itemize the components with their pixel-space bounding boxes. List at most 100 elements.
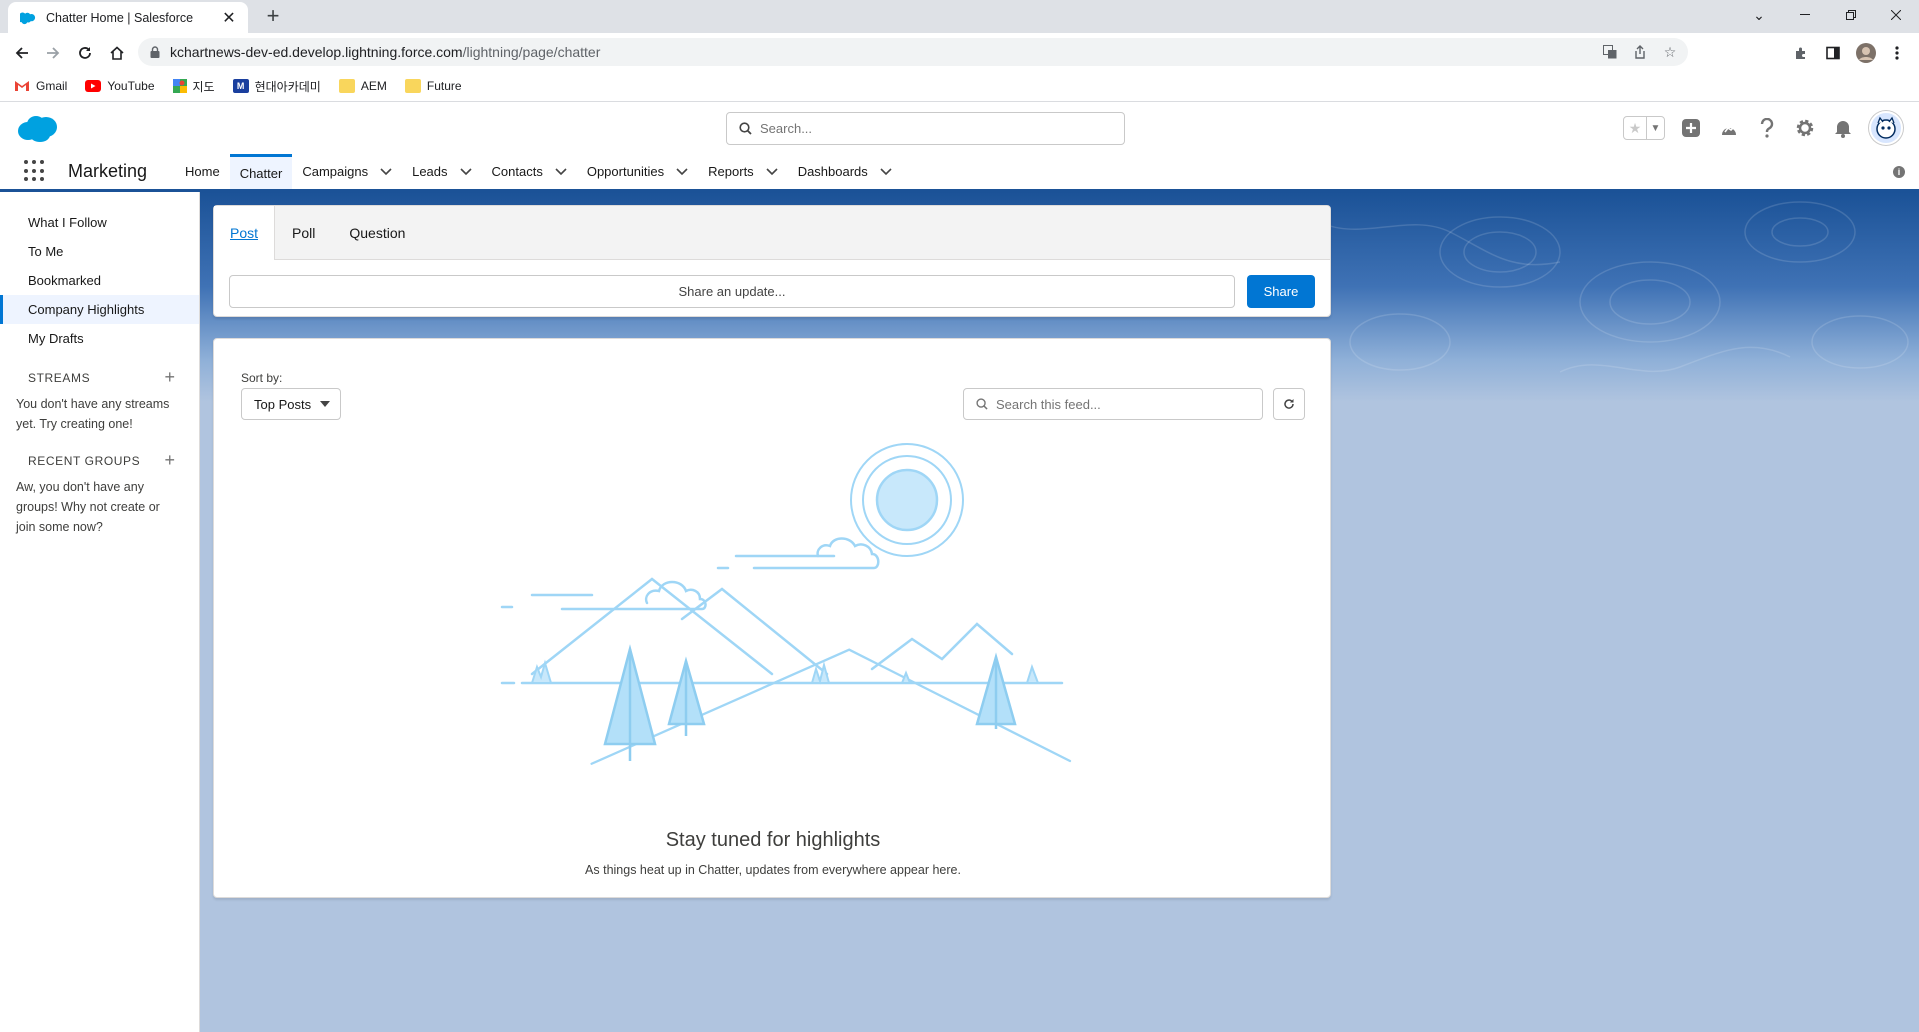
sidebar-item-bookmarked[interactable]: Bookmarked	[0, 266, 199, 295]
empty-state-subtitle: As things heat up in Chatter, updates fr…	[585, 863, 961, 877]
side-panel-icon[interactable]	[1822, 42, 1844, 64]
bookmark-star-icon[interactable]: ☆	[1662, 44, 1678, 60]
sidebar-item-my-drafts[interactable]: My Drafts	[0, 324, 199, 353]
empty-state-illustration	[500, 443, 1072, 765]
info-icon[interactable]: i	[1893, 166, 1905, 178]
folder-icon	[404, 79, 421, 93]
bookmark-label: 현대아카데미	[254, 79, 321, 94]
share-page-icon[interactable]	[1632, 44, 1648, 60]
nav-item-label: Reports	[708, 164, 754, 179]
nav-item-opportunities[interactable]: Opportunities	[577, 154, 698, 189]
chevron-down-icon[interactable]	[459, 167, 472, 176]
chevron-down-icon[interactable]	[766, 167, 778, 176]
bookmark-gmail[interactable]: Gmail	[14, 79, 67, 93]
favorite-star-icon[interactable]: ★	[1624, 117, 1646, 139]
translate-icon[interactable]	[1602, 44, 1618, 60]
bookmark-maps[interactable]: 지도	[172, 78, 215, 95]
bookmark-label: YouTube	[107, 79, 155, 93]
restore-button[interactable]	[1828, 0, 1874, 30]
caret-down-icon	[320, 401, 330, 407]
feed-search-input[interactable]: Search this feed...	[963, 388, 1263, 420]
bookmark-folder-future[interactable]: Future	[404, 79, 462, 93]
folder-icon	[338, 79, 355, 93]
streams-empty-text: You don't have any streams yet. Try crea…	[16, 397, 170, 431]
gmail-icon	[15, 81, 29, 91]
trailhead-icon[interactable]	[1717, 116, 1741, 140]
new-tab-button[interactable]: +	[260, 4, 286, 30]
nav-item-label: Opportunities	[586, 164, 665, 179]
empty-state-title: Stay tuned for highlights	[665, 829, 881, 851]
forward-arrow-icon[interactable]	[40, 40, 66, 66]
browser-tab-strip: Chatter Home | Salesforce ✕ + ⌄	[0, 0, 1919, 33]
back-arrow-icon[interactable]	[9, 40, 35, 66]
chevron-down-icon[interactable]	[555, 167, 567, 176]
user-avatar[interactable]	[1869, 111, 1903, 145]
minimize-button[interactable]	[1782, 0, 1828, 30]
share-button[interactable]: Share	[1247, 275, 1315, 308]
chrome-menu-icon[interactable]	[1886, 42, 1908, 64]
profile-avatar-icon[interactable]	[1855, 42, 1877, 64]
global-search-input[interactable]: Search...	[726, 112, 1125, 145]
nav-item-leads[interactable]: Leads	[402, 154, 481, 189]
sort-select[interactable]: Top Posts	[241, 388, 341, 420]
address-bar[interactable]: kchartnews-dev-ed.develop.lightning.forc…	[138, 38, 1688, 66]
search-icon	[976, 398, 988, 410]
nav-item-reports[interactable]: Reports	[698, 154, 788, 189]
lock-icon	[150, 46, 160, 58]
nav-item-dashboards[interactable]: Dashboards	[788, 154, 902, 189]
notifications-bell-icon[interactable]	[1831, 116, 1855, 140]
salesforce-favicon-icon	[20, 11, 36, 24]
chevron-down-icon[interactable]	[380, 167, 392, 176]
nav-items: Home Chatter Campaigns Leads Contacts Opportu…	[175, 154, 902, 189]
groups-section-header: RECENT GROUPS +	[0, 450, 199, 471]
help-icon[interactable]	[1755, 116, 1779, 140]
sidebar-item-what-i-follow[interactable]: What I Follow	[0, 208, 199, 237]
reload-icon[interactable]	[72, 40, 98, 66]
browser-tab[interactable]: Chatter Home | Salesforce ✕	[8, 2, 248, 33]
tab-post[interactable]: Post	[214, 206, 276, 260]
nav-item-label: Leads	[412, 164, 448, 179]
app-name: Marketing	[68, 161, 148, 181]
nav-item-contacts[interactable]: Contacts	[482, 154, 577, 189]
chevron-down-icon[interactable]	[676, 167, 688, 176]
home-icon[interactable]	[104, 40, 130, 66]
chatter-sidebar: What I Follow To Me Bookmarked Company H…	[0, 192, 200, 1032]
maps-icon	[172, 79, 187, 93]
nav-item-label: Dashboards	[797, 164, 868, 179]
tab-close-icon[interactable]: ✕	[220, 8, 238, 28]
tab-search-icon[interactable]: ⌄	[1736, 0, 1782, 30]
extensions-icon[interactable]	[1790, 42, 1812, 64]
academy-icon: M	[232, 79, 249, 93]
bookmark-youtube[interactable]: YouTube	[85, 79, 155, 93]
browser-toolbar: kchartnews-dev-ed.develop.lightning.forc…	[0, 33, 1919, 71]
setup-gear-icon[interactable]	[1793, 116, 1817, 140]
nav-item-chatter[interactable]: Chatter	[229, 154, 293, 189]
nav-item-label: Chatter	[239, 165, 283, 181]
tab-poll[interactable]: Poll	[275, 206, 332, 260]
bookmark-hyundai-academy[interactable]: M 현대아카데미	[232, 78, 321, 95]
favorites-dropdown-icon[interactable]: ▼	[1646, 117, 1664, 139]
sort-label: Sort by:	[241, 371, 283, 385]
app-launcher-icon[interactable]	[24, 160, 46, 182]
bookmark-folder-aem[interactable]: AEM	[338, 79, 387, 93]
chevron-down-icon[interactable]	[880, 167, 892, 176]
tab-question[interactable]: Question	[332, 206, 422, 260]
global-actions-icon[interactable]	[1679, 116, 1703, 140]
search-placeholder: Search...	[760, 121, 813, 136]
add-group-icon[interactable]: +	[164, 450, 175, 471]
nav-item-home[interactable]: Home	[175, 154, 230, 189]
salesforce-logo-icon[interactable]	[16, 114, 58, 144]
share-update-input[interactable]: Share an update...	[229, 275, 1235, 308]
chatter-page: What I Follow To Me Bookmarked Company H…	[0, 192, 1919, 1032]
url-path: /lightning/page/chatter	[462, 44, 601, 60]
add-stream-icon[interactable]: +	[164, 367, 175, 388]
bookmark-label: Future	[426, 79, 462, 93]
close-window-button[interactable]	[1873, 0, 1919, 30]
sidebar-item-to-me[interactable]: To Me	[0, 237, 199, 266]
sidebar-item-company-highlights[interactable]: Company Highlights	[0, 295, 199, 324]
nav-item-campaigns[interactable]: Campaigns	[292, 154, 402, 189]
refresh-feed-button[interactable]	[1273, 388, 1305, 420]
nav-item-label: Campaigns	[302, 164, 369, 179]
publisher-card: Post Poll Question Share an update... Sh…	[213, 205, 1331, 317]
feed-search-placeholder: Search this feed...	[996, 396, 1101, 412]
